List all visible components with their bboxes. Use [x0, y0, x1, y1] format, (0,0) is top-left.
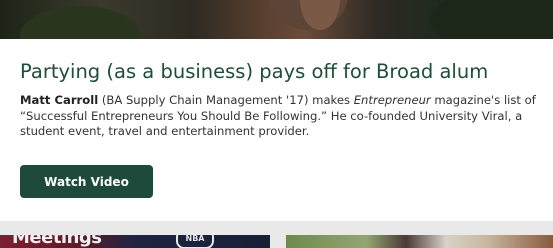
thumbnail-caption: Meetings	[12, 235, 102, 248]
story-card: Partying (as a business) pays off for Br…	[0, 39, 553, 221]
related-thumbnails: Meetings NBA	[0, 235, 553, 248]
watch-video-button[interactable]: Watch Video	[20, 165, 153, 198]
page: Partying (as a business) pays off for Br…	[0, 0, 553, 248]
story-title: Partying (as a business) pays off for Br…	[20, 60, 489, 83]
magazine-name: Entrepreneur	[353, 93, 431, 107]
hero-shape	[430, 0, 553, 39]
hero-image	[0, 0, 553, 39]
person-name: Matt Carroll	[20, 93, 99, 107]
thumbnail-image[interactable]	[286, 235, 553, 248]
hero-shape	[20, 6, 140, 39]
thumbnail-image[interactable]: Meetings NBA	[0, 235, 270, 248]
story-description: Matt Carroll (BA Supply Chain Management…	[20, 93, 540, 140]
thumbnail-badge: NBA	[176, 235, 214, 248]
description-text: (BA Supply Chain Management '17) makes	[98, 93, 354, 107]
